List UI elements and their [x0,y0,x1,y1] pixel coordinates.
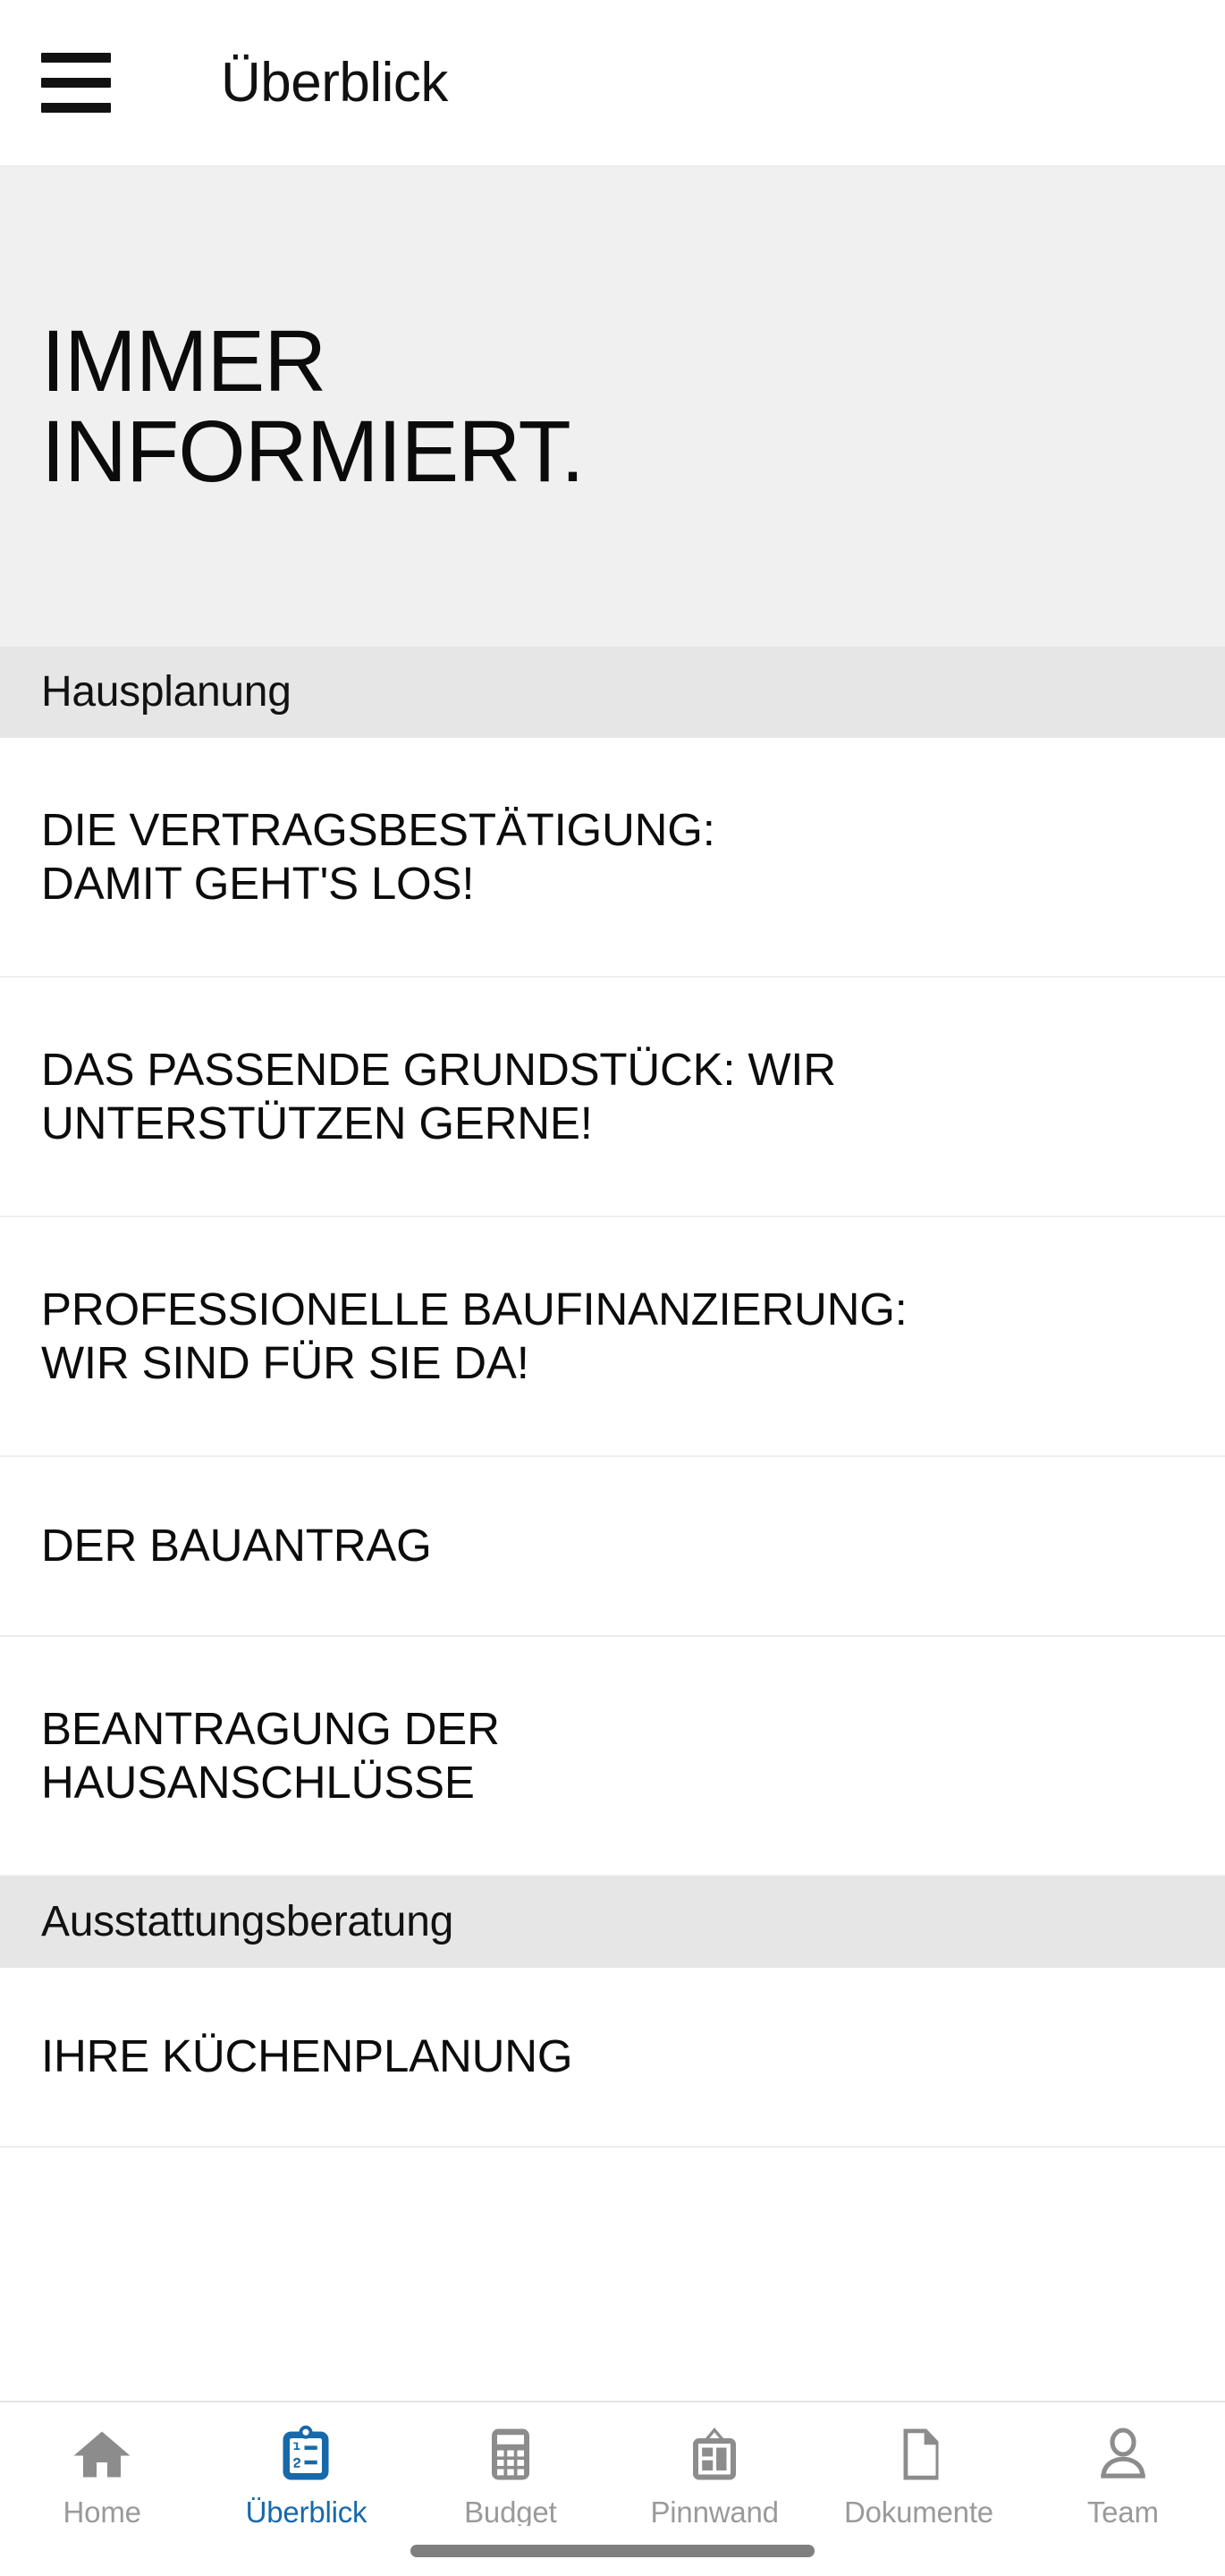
app-bar: Überblick [0,0,1225,166]
list-item[interactable]: IHRE KÜCHENPLANUNG [0,1968,1225,2148]
list-item-label: DER BAUANTRAG [41,1520,432,1572]
scroll-content[interactable]: IMMER INFORMIERT. Hausplanung DIE VERTRA… [0,166,1225,2401]
page-title: Überblick [221,51,448,114]
calculator-icon [478,2422,543,2487]
tab-label: Überblick [245,2496,368,2529]
list-item-label: BEANTRAGUNG DER HAUSANSCHLÜSSE [41,1702,500,1808]
tab-label: Dokumente [843,2496,993,2529]
clipboard-list-icon [274,2422,338,2487]
section-list-hausplanung: DIE VERTRAGSBESTÄTIGUNG: DAMIT GEHT'S LO… [0,738,1225,1877]
person-icon [1091,2422,1155,2487]
section-list-ausstattungsberatung: IHRE KÜCHENPLANUNG [0,1968,1225,2148]
list-item-label: PROFESSIONELLE BAUFINANZIERUNG: WIR SIND… [41,1283,908,1388]
list-item[interactable]: PROFESSIONELLE BAUFINANZIERUNG: WIR SIND… [0,1217,1225,1457]
tab-budget[interactable]: Budget [409,2422,612,2527]
list-item-label: IHRE KÜCHENPLANUNG [41,2030,573,2082]
hamburger-bar [41,53,111,63]
pinboard-icon [682,2422,747,2487]
list-item[interactable]: BEANTRAGUNG DER HAUSANSCHLÜSSE [0,1637,1225,1877]
hamburger-bar [41,103,111,113]
tab-home[interactable]: Home [0,2422,204,2527]
tab-ueberblick[interactable]: Überblick [204,2422,408,2527]
tab-team[interactable]: Team [1021,2422,1225,2527]
document-icon [886,2422,950,2487]
tab-dokumente[interactable]: Dokumente [816,2422,1020,2527]
tab-label: Pinnwand [650,2496,779,2529]
tab-label: Budget [464,2496,557,2529]
home-icon [70,2422,134,2487]
list-item-label: DIE VERTRAGSBESTÄTIGUNG: DAMIT GEHT'S LO… [41,803,715,909]
list-item[interactable]: DER BAUANTRAG [0,1457,1225,1637]
section-title: Ausstattungsberatung [41,1898,453,1945]
section-header-ausstattungsberatung: Ausstattungsberatung [0,1877,1225,1968]
tab-label: Home [63,2496,141,2529]
section-header-hausplanung: Hausplanung [0,647,1225,738]
bottom-tab-bar: Home Überblick Budget Pinnwand Dokumente… [0,2401,1225,2576]
hero-banner: IMMER INFORMIERT. [0,166,1225,647]
tab-pinnwand[interactable]: Pinnwand [612,2422,816,2527]
hamburger-menu-icon[interactable] [41,48,111,118]
list-item[interactable]: DAS PASSENDE GRUNDSTÜCK: WIR UNTERSTÜTZE… [0,978,1225,1217]
list-item-label: DAS PASSENDE GRUNDSTÜCK: WIR UNTERSTÜTZE… [41,1043,836,1148]
hamburger-bar [41,78,111,88]
section-title: Hausplanung [41,668,291,716]
app-root: Überblick IMMER INFORMIERT. Hausplanung … [0,0,1225,2576]
tab-label: Team [1086,2496,1159,2529]
list-item[interactable]: DIE VERTRAGSBESTÄTIGUNG: DAMIT GEHT'S LO… [0,738,1225,978]
hero-title: IMMER INFORMIERT. [41,311,585,500]
